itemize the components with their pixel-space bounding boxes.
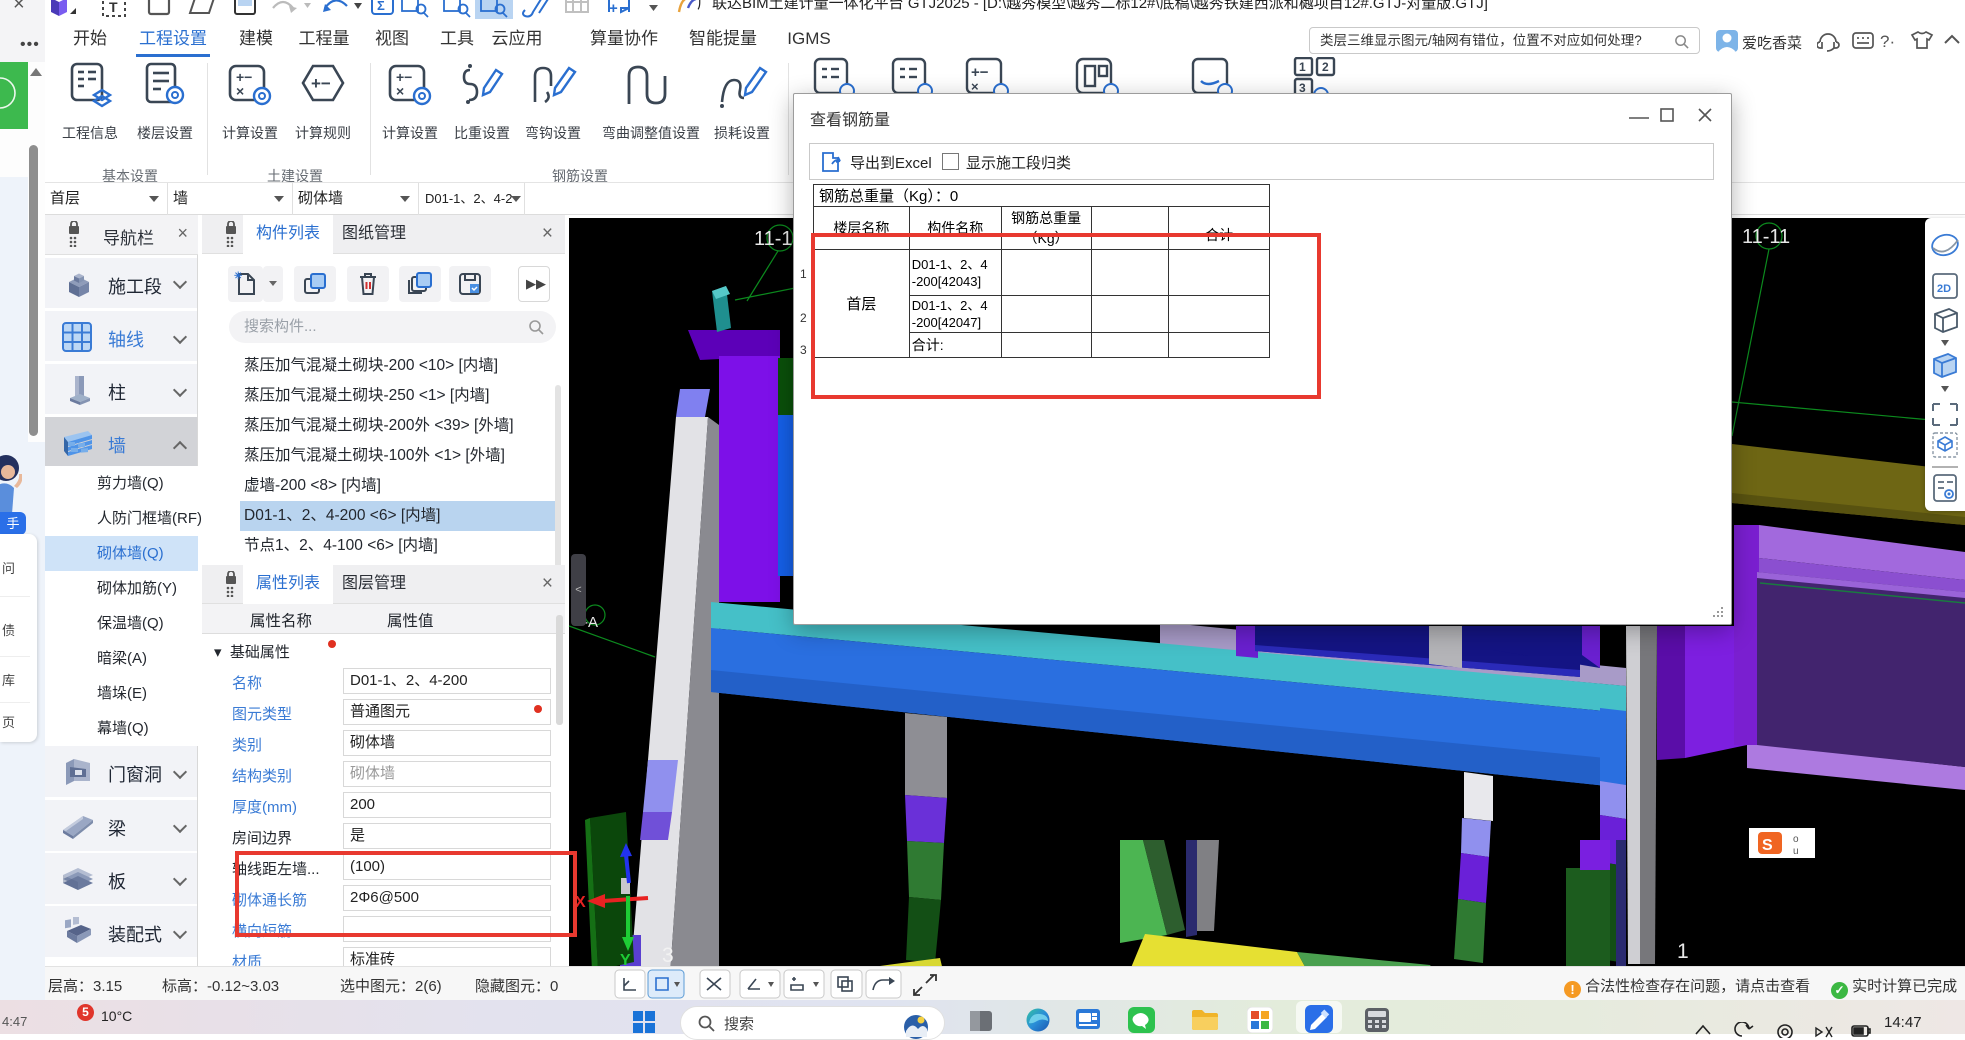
svg-text:Y: Y: [620, 952, 631, 966]
svg-text:1: 1: [1299, 60, 1306, 74]
svg-text:+−: +−: [311, 74, 331, 93]
svg-text:×: ×: [236, 83, 244, 99]
svg-text:2: 2: [1322, 60, 1329, 74]
svg-text:T: T: [109, 0, 118, 15]
svg-text:✳: ✳: [234, 271, 243, 282]
svg-text:+: +: [609, 0, 618, 17]
svg-text:1: 1: [1677, 940, 1689, 963]
svg-text:3: 3: [662, 944, 674, 966]
svg-text:u: u: [1793, 846, 1799, 857]
svg-text:Σ: Σ: [377, 0, 385, 13]
svg-text:o: o: [1793, 834, 1799, 845]
svg-text:?·: ?·: [1880, 32, 1895, 51]
svg-text:2D: 2D: [1937, 283, 1951, 295]
svg-text:×: ×: [971, 79, 979, 94]
svg-text:11-1: 11-1: [754, 228, 793, 250]
svg-text:11-11: 11-11: [1742, 226, 1790, 248]
svg-text:S: S: [1762, 837, 1773, 854]
svg-text:×: ×: [396, 83, 404, 99]
